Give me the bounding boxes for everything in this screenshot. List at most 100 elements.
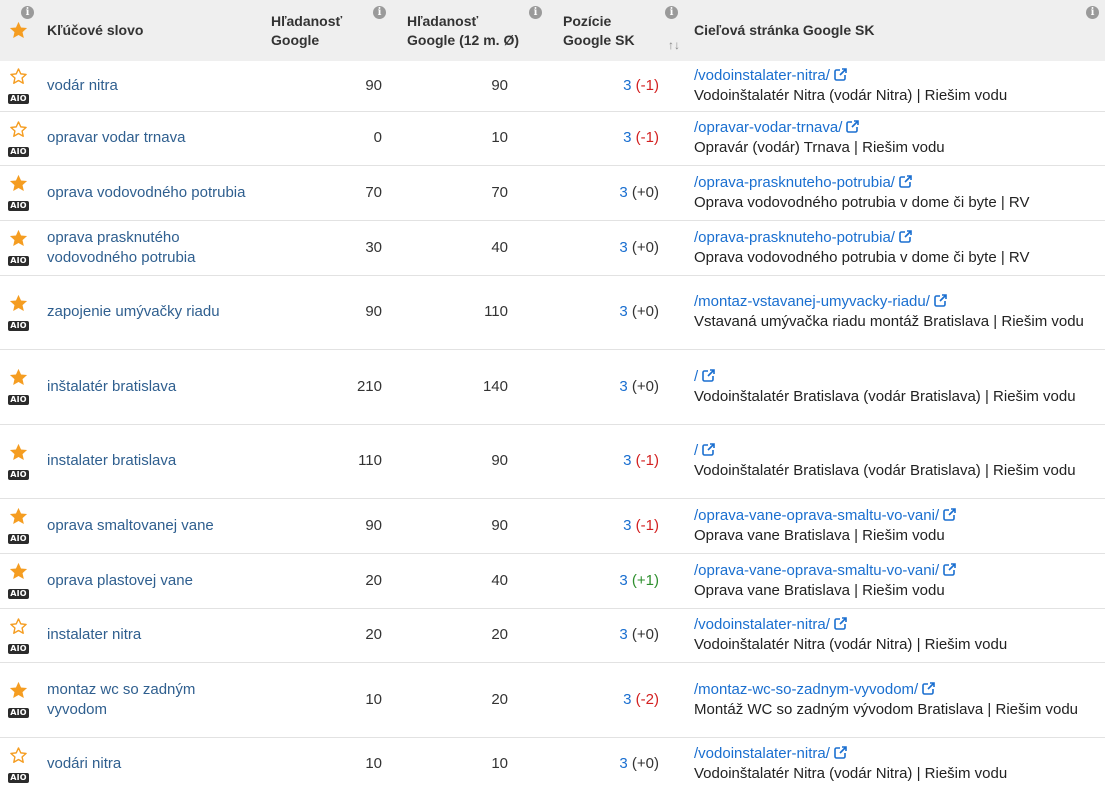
star-outline-icon[interactable] bbox=[8, 745, 29, 766]
position-cell: 3 (+0) bbox=[548, 165, 684, 220]
target-url-link[interactable]: /vodoinstalater-nitra/ bbox=[694, 745, 830, 762]
header-search-volume[interactable]: Hľadanosť Google i bbox=[256, 0, 392, 61]
position-cell: 3 (+0) bbox=[548, 349, 684, 424]
star-outline-icon[interactable] bbox=[8, 119, 29, 140]
position-value[interactable]: 3 bbox=[623, 452, 631, 469]
aio-badge: AIO bbox=[8, 772, 29, 783]
star-filled-icon[interactable] bbox=[8, 680, 29, 701]
keyword-link[interactable]: zapojenie umývačky riadu bbox=[37, 275, 256, 349]
keyword-link[interactable]: oprava smaltovanej vane bbox=[37, 498, 256, 553]
table-row: AIO montaz wc so zadným vyvodom 10 20 3 (-2)… bbox=[0, 662, 1105, 737]
page-title: Vodoinštalatér Nitra (vodár Nitra) | Rie… bbox=[694, 765, 1008, 782]
search-volume-12m: 90 bbox=[491, 76, 508, 94]
star-filled-icon[interactable] bbox=[8, 442, 29, 463]
star-filled-icon[interactable] bbox=[8, 506, 29, 527]
keyword-link[interactable]: oprava vodovodného potrubia bbox=[37, 165, 256, 220]
header-keyword[interactable]: Kľúčové slovo bbox=[37, 0, 256, 61]
info-icon[interactable]: i bbox=[373, 6, 386, 19]
keyword-link[interactable]: vodári nitra bbox=[37, 737, 256, 790]
star-cell: AIO bbox=[0, 424, 37, 498]
target-url-link[interactable]: /oprava-vane-oprava-smaltu-vo-vani/ bbox=[694, 507, 939, 524]
target-url-link[interactable]: / bbox=[694, 368, 698, 385]
star-filled-icon[interactable] bbox=[8, 228, 29, 249]
header-search-volume-12m[interactable]: Hľadanosť Google (12 m. Ø) i bbox=[392, 0, 548, 61]
target-url-link[interactable]: /opravar-vodar-trnava/ bbox=[694, 119, 842, 136]
target-url-link[interactable]: /montaz-wc-so-zadnym-vyvodom/ bbox=[694, 681, 918, 698]
keyword-link[interactable]: montaz wc so zadným vyvodom bbox=[37, 662, 256, 737]
position-value[interactable]: 3 bbox=[623, 691, 631, 708]
info-icon[interactable]: i bbox=[665, 6, 678, 19]
external-link-icon[interactable] bbox=[834, 67, 847, 81]
search-volume: 0 bbox=[373, 129, 382, 146]
star-cell: AIO bbox=[0, 553, 37, 608]
position-value[interactable]: 3 bbox=[619, 378, 627, 395]
target-url-link[interactable]: /vodoinstalater-nitra/ bbox=[694, 67, 830, 84]
table-row: AIO inštalatér bratislava 210 140 3 (+0) / Vod… bbox=[0, 349, 1105, 424]
keyword-link[interactable]: opravar vodar trnava bbox=[37, 111, 256, 165]
external-link-icon[interactable] bbox=[899, 229, 912, 243]
external-link-icon[interactable] bbox=[834, 746, 847, 759]
external-link-icon[interactable] bbox=[702, 443, 715, 456]
position-value[interactable]: 3 bbox=[619, 572, 627, 589]
aio-badge: AIO bbox=[8, 534, 29, 544]
position-value[interactable]: 3 bbox=[619, 303, 627, 320]
position-value[interactable]: 3 bbox=[619, 755, 627, 772]
search-volume-12m: 70 bbox=[491, 183, 508, 201]
keyword-link[interactable]: instalater bratislava bbox=[37, 424, 256, 498]
keyword-link[interactable]: inštalatér bratislava bbox=[37, 349, 256, 424]
header-position[interactable]: Pozície Google SK i ↑↓ bbox=[548, 0, 684, 61]
keyword-link[interactable]: oprava plastovej vane bbox=[37, 553, 256, 608]
external-link-icon[interactable] bbox=[899, 174, 912, 188]
position-value[interactable]: 3 bbox=[619, 184, 627, 201]
target-page-cell: /oprava-prasknuteho-potrubia/Oprava vodo… bbox=[684, 220, 1105, 275]
aio-badge: AIO bbox=[8, 708, 29, 718]
keyword-link[interactable]: instalater nitra bbox=[37, 608, 256, 662]
external-link-icon[interactable] bbox=[834, 617, 847, 630]
external-link-icon[interactable] bbox=[922, 681, 936, 695]
position-change: (+0) bbox=[631, 238, 659, 256]
position-value[interactable]: 3 bbox=[619, 239, 627, 256]
position-value[interactable]: 3 bbox=[619, 626, 627, 643]
position-cell: 3 (+0) bbox=[548, 220, 684, 275]
search-volume: 20 bbox=[365, 571, 382, 589]
header-star[interactable]: i bbox=[0, 0, 37, 61]
search-volume: 90 bbox=[365, 76, 382, 94]
star-outline-icon[interactable] bbox=[8, 66, 29, 87]
target-url-link[interactable]: / bbox=[694, 442, 698, 459]
external-link-icon[interactable] bbox=[846, 120, 860, 133]
sort-icon[interactable]: ↑↓ bbox=[668, 36, 680, 55]
search-volume-12m: 10 bbox=[491, 755, 508, 772]
star-filled-icon[interactable] bbox=[8, 561, 29, 582]
info-icon[interactable]: i bbox=[529, 6, 542, 19]
target-page-cell: /oprava-vane-oprava-smaltu-vo-vani/Oprav… bbox=[684, 553, 1105, 608]
star-outline-icon[interactable] bbox=[8, 616, 29, 637]
target-page-cell: /opravar-vodar-trnava/Opravár (vodár) Tr… bbox=[684, 111, 1105, 165]
keyword-link[interactable]: oprava prasknutého vodovodného potrubia bbox=[37, 220, 256, 275]
table-row: AIO opravar vodar trnava 0 10 3 (-1)/opravar… bbox=[0, 111, 1105, 165]
info-icon[interactable]: i bbox=[1086, 6, 1099, 19]
position-value[interactable]: 3 bbox=[623, 129, 631, 146]
external-link-icon[interactable] bbox=[943, 562, 956, 576]
position-value[interactable]: 3 bbox=[623, 77, 631, 94]
target-url-link[interactable]: /oprava-vane-oprava-smaltu-vo-vani/ bbox=[694, 562, 939, 579]
target-url-link[interactable]: /oprava-prasknuteho-potrubia/ bbox=[694, 174, 895, 191]
page-title: Vodoinštalatér Nitra (vodár Nitra) | Rie… bbox=[694, 636, 1008, 653]
external-link-icon[interactable] bbox=[943, 507, 956, 521]
position-change: (-1) bbox=[635, 516, 659, 534]
table-row: AIO vodári nitra 10 10 3 (+0)/vodoinstalater… bbox=[0, 737, 1105, 790]
search-volume: 10 bbox=[365, 690, 382, 708]
target-url-link[interactable]: /oprava-prasknuteho-potrubia/ bbox=[694, 229, 895, 246]
star-filled-icon[interactable] bbox=[8, 367, 29, 388]
star-filled-icon[interactable] bbox=[8, 173, 29, 194]
target-url-link[interactable]: /montaz-vstavanej-umyvacky-riadu/ bbox=[694, 293, 930, 310]
header-target-page[interactable]: Cieľová stránka Google SK i bbox=[684, 0, 1105, 61]
star-filled-icon[interactable] bbox=[8, 293, 29, 314]
external-link-icon[interactable] bbox=[702, 368, 715, 382]
target-url-link[interactable]: /vodoinstalater-nitra/ bbox=[694, 616, 830, 633]
aio-badge: AIO bbox=[8, 256, 29, 266]
position-cell: 3 (+0) bbox=[548, 737, 684, 790]
external-link-icon[interactable] bbox=[934, 294, 947, 307]
position-value[interactable]: 3 bbox=[623, 517, 631, 534]
keyword-link[interactable]: vodár nitra bbox=[37, 61, 256, 111]
info-icon[interactable]: i bbox=[21, 6, 34, 19]
